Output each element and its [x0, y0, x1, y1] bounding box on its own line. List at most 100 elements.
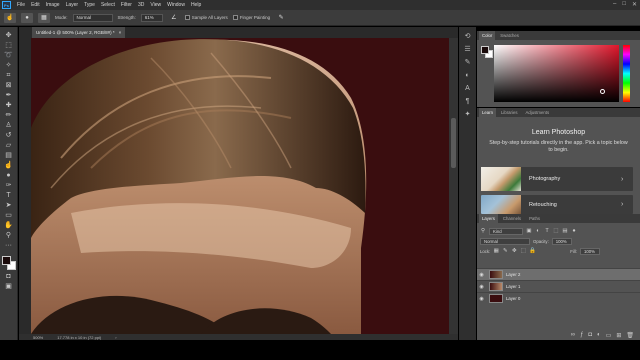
filter-adjustment-icon[interactable]: ◐ [535, 228, 541, 234]
pressure-icon[interactable]: ✎ [275, 13, 287, 23]
filter-shape-icon[interactable]: ⬚ [553, 228, 559, 234]
layer-row-layer-2[interactable]: ◉ Layer 2 [477, 268, 640, 280]
panel-foreground-swatch[interactable] [481, 46, 489, 54]
color-picker-field[interactable] [494, 45, 619, 102]
path-selection-tool-icon[interactable]: ➤ [3, 201, 15, 210]
rectangle-tool-icon[interactable]: ▭ [3, 211, 15, 220]
delete-layer-icon[interactable]: 🗑 [626, 332, 634, 339]
learn-card-photography[interactable]: Photography › [481, 167, 633, 191]
lock-artboard-icon[interactable]: ⬚ [520, 248, 526, 254]
foreground-color-swatch[interactable] [1, 256, 11, 265]
tab-learn[interactable]: Learn [479, 108, 496, 117]
add-mask-icon[interactable]: ◘ [588, 332, 592, 339]
blend-mode-select[interactable]: Normal [480, 237, 530, 245]
visibility-eye-icon[interactable]: ◉ [477, 284, 486, 290]
move-tool-icon[interactable]: ✥ [3, 31, 15, 40]
color-picker-ring[interactable] [600, 89, 605, 94]
sample-all-layers-option[interactable]: Sample All Layers [184, 15, 228, 20]
layer-row-layer-0[interactable]: ◉ Layer 0 [477, 292, 640, 304]
tab-swatches[interactable]: Swatches [497, 31, 522, 40]
status-menu-icon[interactable]: › [115, 335, 116, 340]
type-tool-icon[interactable]: T [3, 191, 15, 200]
filter-smart-object-icon[interactable]: ▤ [562, 228, 568, 234]
tab-color[interactable]: Color [479, 31, 496, 40]
tab-libraries[interactable]: Libraries [498, 108, 520, 117]
history-brush-tool-icon[interactable]: ↺ [3, 131, 15, 140]
character-panel-icon[interactable]: A [462, 84, 473, 93]
brush-settings-icon[interactable]: ▦ [38, 12, 50, 23]
menu-type[interactable]: Type [81, 2, 98, 8]
crop-tool-icon[interactable]: ⌗ [3, 71, 15, 80]
menu-filter[interactable]: Filter [118, 2, 135, 8]
opacity-input[interactable]: 100% [551, 237, 572, 245]
zoom-tool-icon[interactable]: ⚲ [3, 231, 15, 240]
tab-channels[interactable]: Channels [500, 214, 524, 223]
menu-image[interactable]: Image [43, 2, 63, 8]
screen-mode-icon[interactable]: ▣ [3, 282, 15, 291]
eyedropper-tool-icon[interactable]: ✒ [3, 91, 15, 100]
canvas[interactable] [31, 38, 449, 334]
maximize-button[interactable]: □ [622, 1, 626, 8]
smudge-tool-icon[interactable]: ☝ [3, 161, 15, 170]
filter-pixel-icon[interactable]: ▣ [526, 228, 532, 234]
lock-pixels-icon[interactable]: ✎ [502, 248, 508, 254]
menu-help[interactable]: Help [188, 2, 204, 8]
visibility-eye-icon[interactable]: ◉ [477, 296, 486, 302]
properties-panel-icon[interactable]: ☰ [462, 45, 473, 54]
lock-position-icon[interactable]: ✥ [511, 248, 517, 254]
brush-tool-icon[interactable]: ✏ [3, 111, 15, 120]
menu-3d[interactable]: 3D [135, 2, 147, 8]
angle-icon[interactable]: ∠ [168, 13, 180, 23]
pen-tool-icon[interactable]: ✑ [3, 181, 15, 190]
eraser-tool-icon[interactable]: ▱ [3, 141, 15, 150]
brush-settings-panel-icon[interactable]: ✎ [462, 58, 473, 67]
fill-input[interactable]: 100% [579, 247, 600, 255]
hand-tool-icon[interactable]: ✋ [3, 221, 15, 230]
menu-file[interactable]: File [14, 2, 28, 8]
healing-brush-tool-icon[interactable]: ✚ [3, 101, 15, 110]
quick-mask-icon[interactable]: ◘ [3, 272, 15, 281]
smudge-tool-preset-icon[interactable]: ☝ [4, 12, 16, 23]
new-adjustment-layer-icon[interactable]: ◐ [597, 332, 601, 339]
menu-view[interactable]: View [147, 2, 164, 8]
glyphs-panel-icon[interactable]: ✦ [462, 110, 473, 119]
learn-card-retouching[interactable]: Retouching › [481, 195, 633, 214]
close-window-button[interactable]: ✕ [632, 1, 637, 8]
document-tab[interactable]: Untitled-1 @ 500% (Layer 2, RGB/8#) * × [32, 27, 126, 38]
layer-row-layer-1[interactable]: ◉ Layer 1 [477, 280, 640, 292]
menu-edit[interactable]: Edit [28, 2, 43, 8]
layer-filter-select[interactable]: Kind [489, 227, 523, 235]
brush-preset-picker-icon[interactable]: ● [21, 12, 33, 23]
finger-painting-option[interactable]: Finger Painting [232, 15, 270, 20]
vertical-scrollbar[interactable] [449, 38, 458, 334]
gradient-tool-icon[interactable]: ▤ [3, 151, 15, 160]
visibility-eye-icon[interactable]: ◉ [477, 272, 486, 278]
paragraph-panel-icon[interactable]: ¶ [462, 97, 473, 106]
tab-paths[interactable]: Paths [526, 214, 543, 223]
menu-select[interactable]: Select [98, 2, 118, 8]
more-tools-icon[interactable]: ··· [3, 241, 15, 250]
menu-layer[interactable]: Layer [63, 2, 82, 8]
vertical-scrollbar-thumb[interactable] [451, 118, 456, 168]
history-panel-icon[interactable]: ⟲ [462, 32, 473, 41]
menu-window[interactable]: Window [164, 2, 188, 8]
dodge-tool-icon[interactable]: ● [3, 171, 15, 180]
layer-style-icon[interactable]: ƒ [580, 332, 583, 339]
mode-select[interactable]: Normal [72, 13, 113, 22]
new-layer-icon[interactable]: ⊞ [616, 332, 621, 339]
quick-select-tool-icon[interactable]: ✧ [3, 61, 15, 70]
link-layers-icon[interactable]: ∞ [571, 332, 575, 339]
frame-tool-icon[interactable]: ⊠ [3, 81, 15, 90]
sample-all-layers-checkbox[interactable] [184, 15, 190, 20]
filter-type-icon[interactable]: T [544, 228, 550, 234]
lasso-tool-icon[interactable]: ➰ [3, 51, 15, 60]
zoom-level[interactable]: 500% [33, 335, 43, 340]
filter-toggle-icon[interactable]: ● [571, 228, 577, 234]
hue-slider[interactable] [623, 45, 630, 102]
tab-layers[interactable]: Layers [479, 214, 498, 223]
lock-transparency-icon[interactable]: ▦ [493, 248, 499, 254]
finger-painting-checkbox[interactable] [232, 15, 238, 20]
close-tab-icon[interactable]: × [119, 30, 122, 35]
lock-all-icon[interactable]: 🔒 [529, 248, 536, 254]
adjustments-panel-icon[interactable]: ◐ [462, 71, 473, 80]
